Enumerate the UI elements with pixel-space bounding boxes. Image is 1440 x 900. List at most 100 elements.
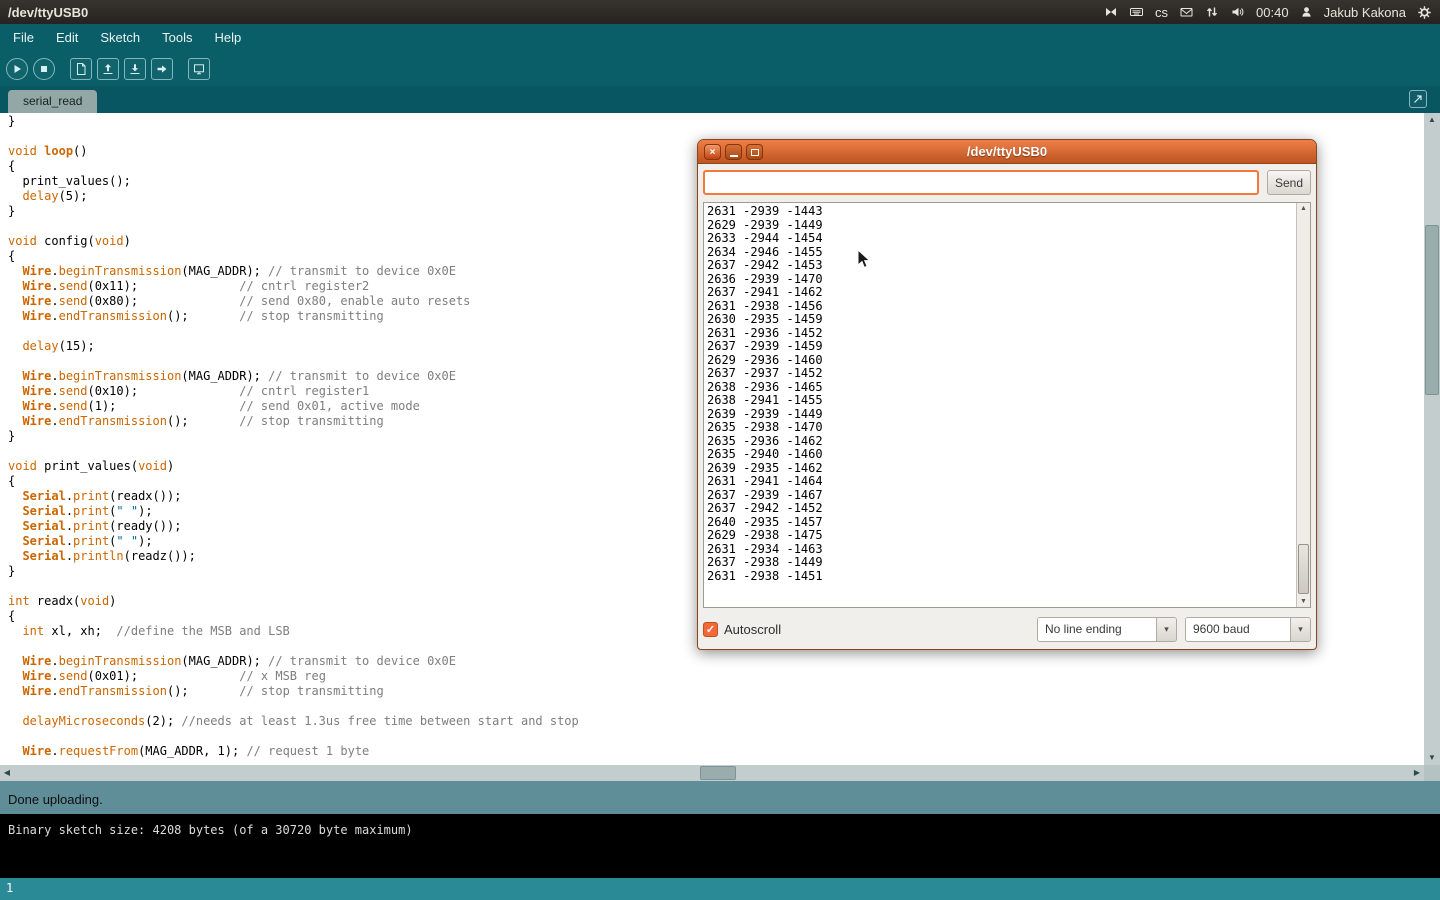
serial-scroll-thumb[interactable] [1298,544,1309,594]
tab-serial-read[interactable]: serial_read [8,90,97,113]
serial-output-line: 2637 -2937 -1452 [707,367,1296,381]
volume-icon[interactable] [1230,5,1245,19]
serial-monitor-icon [192,62,206,76]
serial-output-line: 2637 -2942 -1452 [707,502,1296,516]
tab-menu-button[interactable] [1409,90,1427,108]
mouse-cursor [857,249,871,275]
tabbar: serial_read [0,86,1440,113]
line-ending-dropdown[interactable]: No line ending ▾ [1037,617,1177,642]
play-icon [10,62,24,76]
serial-output-line: 2635 -2936 -1462 [707,435,1296,449]
code-line: Wire.beginTransmission(MAG_ADDR); // tra… [8,654,1424,669]
serial-output-line: 2631 -2941 -1464 [707,475,1296,489]
current-line-number: 1 [6,881,13,895]
serial-output-line: 2639 -2935 -1462 [707,462,1296,476]
serial-output-line: 2631 -2936 -1452 [707,327,1296,341]
serial-monitor-titlebar[interactable]: × /dev/ttyUSB0 [698,140,1316,164]
status-message: Done uploading. [8,792,103,807]
menu-sketch[interactable]: Sketch [89,24,151,51]
code-line: Wire.requestFrom(MAG_ADDR, 1); // reques… [8,744,1424,759]
editor-vertical-scrollbar[interactable]: ▲ ▼ [1424,113,1440,765]
new-file-icon [74,62,88,76]
menubar: File Edit Sketch Tools Help [0,24,1440,51]
indicator-icon[interactable] [1104,5,1118,19]
scroll-up-icon[interactable]: ▲ [1424,113,1440,127]
serial-monitor-title: /dev/ttyUSB0 [698,140,1316,164]
upload-icon [155,62,169,76]
serial-output-line: 2637 -2939 -1459 [707,340,1296,354]
system-tray: cs 00:40 Jakub Kakona [1104,5,1432,20]
network-transfer-icon[interactable] [1205,5,1219,19]
autoscroll-label: Autoscroll [724,622,781,637]
code-line: Wire.send(0x01); // x MSB reg [8,669,1424,684]
send-button[interactable]: Send [1267,170,1311,195]
chevron-down-icon[interactable]: ▾ [1290,618,1310,641]
baud-rate-dropdown[interactable]: 9600 baud ▾ [1185,617,1311,642]
serial-output-line: 2629 -2938 -1475 [707,529,1296,543]
serial-output-line: 2631 -2938 -1451 [707,570,1296,584]
serial-dropdowns: No line ending ▾ 9600 baud ▾ [1037,617,1311,642]
code-line [8,729,1424,744]
window-title: /dev/ttyUSB0 [8,5,88,20]
verify-button[interactable] [6,58,28,80]
menu-edit[interactable]: Edit [45,24,89,51]
top-panel: /dev/ttyUSB0 cs 00:40 Jakub Kakona [0,0,1440,24]
serial-output-line: 2631 -2938 -1456 [707,300,1296,314]
code-line [8,699,1424,714]
vertical-scroll-thumb[interactable] [1425,225,1439,395]
stop-icon [37,62,51,76]
status-bar: Done uploading. [0,781,1440,814]
serial-output: 2631 -2939 -14432629 -2939 -14492633 -29… [704,203,1296,607]
serial-output-line: 2640 -2935 -1457 [707,516,1296,530]
serial-output-line: 2637 -2942 -1453 [707,259,1296,273]
serial-scrollbar[interactable]: ▲ ▼ [1296,203,1310,607]
serial-monitor-window: × /dev/ttyUSB0 Send 2631 -2939 -14432629… [697,139,1317,650]
clock[interactable]: 00:40 [1256,5,1289,20]
mail-icon[interactable] [1179,5,1194,19]
serial-scroll-up-icon[interactable]: ▲ [1297,203,1310,214]
save-sketch-button[interactable] [124,58,146,80]
serial-input-row: Send [703,170,1311,195]
scroll-right-icon[interactable]: ▶ [1410,765,1424,781]
serial-output-line: 2631 -2939 -1443 [707,205,1296,219]
save-icon [128,62,142,76]
menu-help[interactable]: Help [203,24,252,51]
horizontal-scroll-thumb[interactable] [700,766,736,780]
serial-monitor-body: Send 2631 -2939 -14432629 -2939 -1449263… [698,164,1316,642]
serial-output-line: 2630 -2935 -1459 [707,313,1296,327]
serial-output-line: 2638 -2941 -1455 [707,394,1296,408]
user-name[interactable]: Jakub Kakona [1324,5,1406,20]
editor-horizontal-scrollbar[interactable]: ◀ ▶ [0,765,1424,781]
keyboard-layout-label[interactable]: cs [1155,5,1168,20]
menu-tools[interactable]: Tools [151,24,203,51]
scrollbar-corner [1424,765,1440,781]
serial-monitor-button[interactable] [188,58,210,80]
menu-file[interactable]: File [2,24,45,51]
chevron-down-icon[interactable]: ▾ [1156,618,1176,641]
serial-output-line: 2633 -2944 -1454 [707,232,1296,246]
user-icon[interactable] [1300,5,1313,19]
scroll-down-icon[interactable]: ▼ [1424,751,1440,765]
new-sketch-button[interactable] [70,58,92,80]
autoscroll-control[interactable]: ✓ Autoscroll [703,622,781,637]
serial-output-line: 2637 -2939 -1467 [707,489,1296,503]
scroll-left-icon[interactable]: ◀ [0,765,14,781]
session-gear-icon[interactable] [1417,5,1432,20]
open-sketch-button[interactable] [97,58,119,80]
autoscroll-checkbox[interactable]: ✓ [703,622,718,637]
line-number-bar: 1 [0,878,1440,900]
upload-button[interactable] [151,58,173,80]
serial-scroll-down-icon[interactable]: ▼ [1297,596,1310,607]
serial-output-line: 2635 -2938 -1470 [707,421,1296,435]
serial-output-line: 2636 -2939 -1470 [707,273,1296,287]
serial-output-line: 2634 -2946 -1455 [707,246,1296,260]
stop-button[interactable] [33,58,55,80]
keyboard-icon[interactable] [1129,5,1144,19]
serial-output-line: 2631 -2934 -1463 [707,543,1296,557]
serial-output-line: 2637 -2941 -1462 [707,286,1296,300]
serial-output-line: 2637 -2938 -1449 [707,556,1296,570]
baud-rate-value: 9600 baud [1186,618,1290,641]
serial-output-area[interactable]: 2631 -2939 -14432629 -2939 -14492633 -29… [703,202,1311,608]
console-text: Binary sketch size: 4208 bytes (of a 307… [8,823,413,837]
serial-input[interactable] [703,170,1259,195]
